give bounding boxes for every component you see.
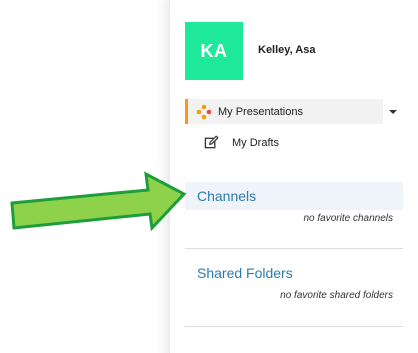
screenshot-stage: KA Kelley, Asa My Presentations My Draft… xyxy=(0,0,418,353)
channels-section: Channels no favorite channels xyxy=(185,182,403,224)
green-arrow-icon xyxy=(10,171,187,232)
sidebar-item-my-presentations[interactable]: My Presentations xyxy=(185,99,383,124)
user-name: Kelley, Asa xyxy=(258,44,316,56)
channels-empty-text: no favorite channels xyxy=(303,213,393,224)
sidebar-item-my-drafts[interactable]: My Drafts xyxy=(185,130,380,155)
presentation-dots-icon xyxy=(196,104,212,119)
avatar[interactable]: KA xyxy=(185,22,243,80)
divider xyxy=(185,248,403,249)
sidebar-item-label: My Presentations xyxy=(218,105,303,118)
shared-folders-empty-text: no favorite shared folders xyxy=(280,290,393,301)
sidebar-panel: KA Kelley, Asa My Presentations My Draft… xyxy=(156,0,418,353)
chevron-down-icon[interactable] xyxy=(389,110,397,114)
avatar-initials: KA xyxy=(200,40,228,61)
edit-icon xyxy=(204,135,219,149)
shared-folders-section: Shared Folders no favorite shared folder… xyxy=(185,259,403,301)
divider xyxy=(185,326,403,327)
sidebar-item-label: My Drafts xyxy=(232,136,280,149)
channels-header[interactable]: Channels xyxy=(185,182,403,210)
shared-folders-header[interactable]: Shared Folders xyxy=(185,259,403,287)
